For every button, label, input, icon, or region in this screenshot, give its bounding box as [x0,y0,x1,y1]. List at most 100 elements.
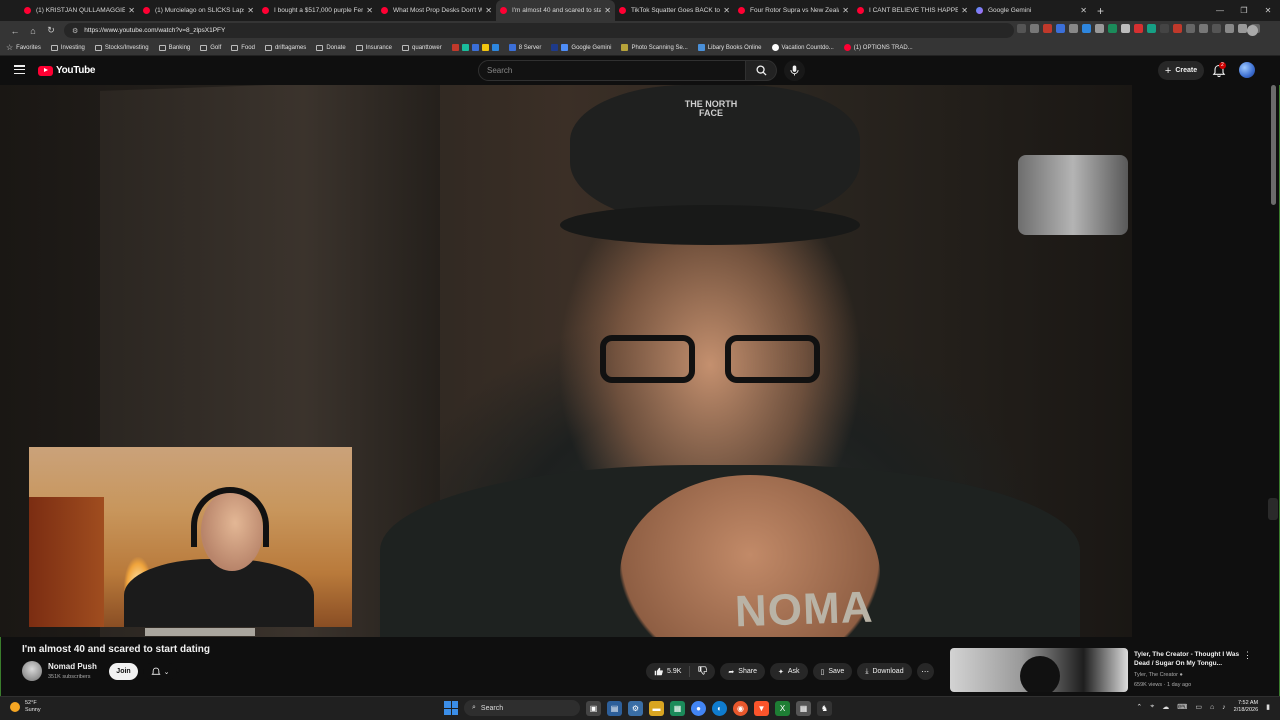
extension-icon[interactable] [1030,24,1039,33]
close-icon[interactable]: ✕ [128,6,135,15]
edge-icon[interactable]: ◐ [712,700,727,716]
close-icon[interactable]: ✕ [1080,6,1087,15]
recommended-video-thumbnail[interactable] [950,648,1128,692]
brave-icon[interactable]: ▼ [754,700,769,716]
bookmark-folder[interactable]: driftagames [264,44,306,51]
page-scrollbar[interactable] [1271,85,1276,685]
close-icon[interactable]: ✕ [485,6,492,15]
extension-icon[interactable] [1134,24,1143,33]
browser-tab[interactable]: (1) KRISTJAN QULLAMAGGIE - M...✕ [20,0,139,21]
side-panel-toggle[interactable] [1268,498,1278,520]
back-icon[interactable]: ← [6,26,24,36]
extension-icon[interactable] [1017,24,1026,33]
taskbar-search[interactable]: ⌕ Search [464,700,580,716]
search-button[interactable] [746,60,777,81]
bookmark-folder[interactable]: Donate [316,44,346,51]
recommended-video-title[interactable]: Tyler, The Creator - Thought I Was Dead … [1134,650,1244,668]
extension-icon[interactable] [1186,24,1195,33]
weather-widget[interactable]: 52°F Sunny [10,700,41,714]
close-icon[interactable]: ✕ [723,6,730,15]
extension-icon[interactable] [1238,24,1247,33]
close-icon[interactable]: ✕ [961,6,968,15]
extension-icon[interactable] [1225,24,1234,33]
site-icon[interactable] [481,44,489,51]
clock[interactable]: 7:52 AM 2/18/2026 [1234,700,1258,714]
browser-tab-active[interactable]: I'm almost 40 and scared to start...✕ [496,0,615,21]
excel-icon[interactable]: X [775,700,790,716]
scrollbar-thumb[interactable] [1271,85,1276,205]
new-tab-button[interactable]: + [1097,4,1104,18]
bookmark-folder[interactable]: Investing [50,44,85,51]
notifications-icon[interactable]: ▮ [1266,703,1270,711]
close-icon[interactable]: ✕ [366,6,373,15]
extension-icon[interactable] [1212,24,1221,33]
create-button[interactable]: + Create [1158,61,1204,80]
url-field[interactable]: ⚙ https://www.youtube.com/watch?v=8_zlps… [64,23,1014,38]
menu-icon[interactable] [14,65,25,74]
extension-icon[interactable] [1069,24,1078,33]
file-explorer-icon[interactable]: ▬ [649,700,664,716]
site-icon[interactable] [451,44,459,51]
bookmark-item[interactable]: 8 Server [508,44,541,51]
browser-tab[interactable]: TikTok Squatter Goes BACK to $2...✕ [615,0,734,21]
like-button[interactable]: 5.9K [646,666,691,677]
site-icon[interactable] [471,44,479,51]
chevron-up-icon[interactable]: ⌃ [1136,703,1142,711]
bookmark-item[interactable]: Libary Books Online [697,44,762,51]
app-icon[interactable]: ▦ [670,700,685,716]
bookmark-folder[interactable]: Stocks/Investing [94,44,149,51]
bookmark-item[interactable]: (1) OPTIONS TRAD... [843,44,913,51]
browser-tab[interactable]: What Most Prop Desks Don't Wa...✕ [377,0,496,21]
bookmark-folder[interactable]: Banking [158,44,190,51]
network-icon[interactable]: ⌂ [1210,704,1214,711]
extension-icon[interactable] [1082,24,1091,33]
volume-icon[interactable]: ♪ [1222,704,1226,711]
recommended-channel[interactable]: Tyler, The Creator ● [1134,672,1183,678]
close-window-icon[interactable]: ✕ [1256,6,1280,15]
home-icon[interactable]: ⌂ [24,26,42,36]
extension-icon[interactable] [1043,24,1052,33]
browser-tab[interactable]: (1) Murcielago on SLICKS Laps the...✕ [139,0,258,21]
bookmark-item[interactable]: Vacation Countdo... [771,44,834,51]
site-info-icon[interactable]: ⚙ [72,27,78,35]
download-button[interactable]: ⤓ Download [857,663,912,680]
bookmark-item[interactable]: Google Gemini [551,44,611,51]
extension-icon[interactable] [1121,24,1130,33]
more-vert-icon[interactable]: ⋮ [1243,650,1252,661]
task-view-icon[interactable]: ▣ [586,700,601,716]
extension-icon[interactable] [1147,24,1156,33]
bookmark-item[interactable]: Photo Scanning Se... [621,44,688,51]
browser-tab[interactable]: I CANT BELIEVE THIS HAPPENED A...✕ [853,0,972,21]
browser-tab[interactable]: Google Gemini ✕ [972,0,1091,21]
browser-profile-icon[interactable] [1247,25,1258,36]
save-button[interactable]: ▯ Save [812,663,853,680]
join-button[interactable]: Join [109,663,138,680]
site-icon[interactable] [461,44,469,51]
extension-icon[interactable] [1095,24,1104,33]
bookmark-folder[interactable]: Food [231,44,255,51]
calendar-icon[interactable]: ▦ [796,700,811,716]
bookmark-item[interactable]: ☆ Favorites [6,43,41,51]
bookmark-folder[interactable]: Insurance [355,44,392,51]
app-icon[interactable]: ♞ [817,700,832,716]
site-icon[interactable] [491,44,499,51]
more-actions-icon[interactable]: ⋯ [916,663,934,680]
location-icon[interactable]: ⌖ [1150,703,1154,711]
refresh-icon[interactable]: ↻ [42,25,60,36]
browser-tab[interactable]: I bought a $517,000 purple Ferrari...✕ [258,0,377,21]
browser-tab[interactable]: Four Rotor Supra vs New Zealand...✕ [734,0,853,21]
close-icon[interactable]: ✕ [604,6,611,15]
share-button[interactable]: ➦ Share [720,663,765,680]
widgets-icon[interactable]: ▤ [607,700,622,716]
close-icon[interactable]: ✕ [247,6,254,15]
ask-button[interactable]: ✦ Ask [769,663,808,680]
search-input[interactable]: Search [478,60,746,81]
settings-gear-icon[interactable]: ⚙ [628,700,643,716]
account-avatar[interactable] [1239,62,1255,78]
firefox-icon[interactable]: ◉ [733,700,748,716]
cloud-icon[interactable]: ☁ [1162,703,1169,711]
extension-icon[interactable] [1056,24,1065,33]
extension-icon[interactable] [1160,24,1169,33]
extension-icon[interactable] [1199,24,1208,33]
channel-avatar[interactable] [22,661,42,681]
